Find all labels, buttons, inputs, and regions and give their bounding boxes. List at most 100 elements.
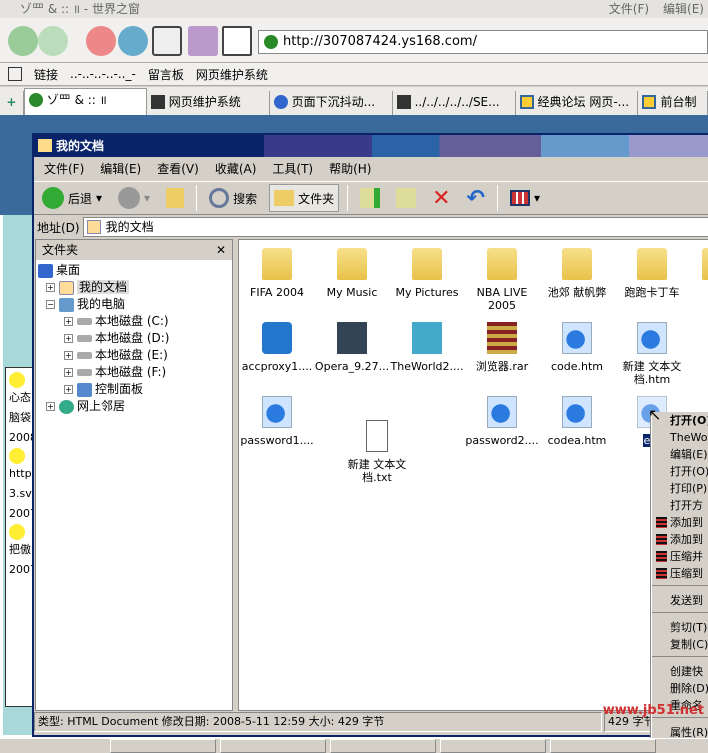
address-input[interactable]: 我的文档 bbox=[82, 217, 708, 237]
separator bbox=[652, 585, 708, 592]
taskbar-button[interactable] bbox=[220, 739, 326, 753]
explorer-title-bar[interactable]: 我的文档 bbox=[34, 135, 708, 157]
tree-item-desktop[interactable]: 桌面 bbox=[38, 262, 232, 279]
collapse-icon[interactable]: − bbox=[46, 300, 55, 309]
menu-favorites[interactable]: 收藏(A) bbox=[215, 158, 257, 180]
home-icon[interactable] bbox=[152, 26, 182, 56]
forward-button[interactable]: ▾ bbox=[114, 184, 154, 212]
file-item[interactable]: accproxy1.... bbox=[239, 322, 315, 373]
tab-6[interactable]: 前台制 bbox=[638, 91, 708, 115]
delete-button[interactable]: ✕ bbox=[428, 184, 454, 212]
file-item[interactable]: My Pictures bbox=[389, 248, 465, 299]
ctx-edit[interactable]: 编辑(E) bbox=[652, 446, 708, 463]
history-icon[interactable] bbox=[188, 26, 218, 56]
menu-file[interactable]: 文件(F) bbox=[609, 0, 649, 18]
file-item[interactable]: My Music bbox=[314, 248, 390, 299]
refresh-icon[interactable] bbox=[118, 26, 148, 56]
tab-1[interactable]: ゾ罒 & :: ॥ bbox=[23, 88, 147, 115]
ctx-print[interactable]: 打印(P) bbox=[652, 480, 708, 497]
up-button[interactable] bbox=[162, 184, 188, 212]
menu-help[interactable]: 帮助(H) bbox=[329, 158, 371, 180]
copy-to-button[interactable] bbox=[392, 184, 420, 212]
taskbar-button[interactable] bbox=[330, 739, 436, 753]
forward-icon[interactable] bbox=[38, 26, 68, 56]
expand-icon[interactable]: + bbox=[64, 317, 73, 326]
expand-icon[interactable]: + bbox=[64, 385, 73, 394]
file-item[interactable]: 新建 文本文档.txt bbox=[339, 420, 415, 484]
file-item[interactable]: password1.... bbox=[239, 396, 315, 447]
file-item[interactable]: 浏览器.rar bbox=[464, 322, 540, 373]
tab-2[interactable]: 网页维护系统 bbox=[147, 91, 270, 115]
expand-icon[interactable]: + bbox=[46, 402, 55, 411]
menu-view[interactable]: 查看(V) bbox=[157, 158, 199, 180]
tree-item-control-panel[interactable]: + 控制面板 bbox=[38, 381, 232, 398]
dropdown-icon[interactable]: ▾ bbox=[144, 191, 150, 205]
tree-item-my-computer[interactable]: − 我的电脑 bbox=[38, 296, 232, 313]
new-tab-button[interactable]: + bbox=[0, 91, 24, 115]
file-item[interactable]: password2.... bbox=[464, 396, 540, 447]
file-item[interactable]: 文本 bbox=[684, 322, 708, 373]
ctx-open-with[interactable]: 打开方 bbox=[652, 497, 708, 514]
ctx-add-to-rar[interactable]: 添加到 bbox=[652, 531, 708, 548]
dropdown-icon[interactable]: ▾ bbox=[96, 191, 102, 205]
expand-icon[interactable]: + bbox=[64, 351, 73, 360]
ctx-compress-email[interactable]: 压缩并 bbox=[652, 548, 708, 565]
tree-item-network[interactable]: + 网上邻居 bbox=[38, 398, 232, 415]
views-button[interactable]: ▾ bbox=[506, 184, 544, 212]
expand-icon[interactable]: + bbox=[46, 283, 55, 292]
folders-button[interactable]: 文件夹 bbox=[269, 184, 340, 212]
move-to-button[interactable] bbox=[356, 184, 384, 212]
menu-file[interactable]: 文件(F) bbox=[44, 158, 84, 180]
ctx-cut[interactable]: 剪切(T) bbox=[652, 619, 708, 636]
tab-5[interactable]: 经典论坛 网页-... bbox=[516, 91, 639, 115]
favorites-icon[interactable] bbox=[222, 26, 252, 56]
link-links[interactable]: 链接 bbox=[34, 66, 58, 83]
tree-item-my-documents[interactable]: + 我的文档 bbox=[38, 279, 232, 296]
ctx-open-2[interactable]: 打开(O) bbox=[652, 463, 708, 480]
menu-edit[interactable]: 编辑(E) bbox=[100, 158, 141, 180]
back-icon[interactable] bbox=[8, 26, 38, 56]
tree-item-drive-d[interactable]: + 本地磁盘 (D:) bbox=[38, 330, 232, 347]
expand-icon[interactable]: + bbox=[64, 334, 73, 343]
ctx-theworld[interactable]: TheWor bbox=[652, 429, 708, 446]
search-button[interactable]: 搜索 bbox=[205, 184, 261, 212]
ctx-delete[interactable]: 删除(D) bbox=[652, 680, 708, 697]
file-item[interactable]: 匿 bbox=[679, 248, 708, 299]
expand-icon[interactable]: + bbox=[64, 368, 73, 377]
file-item[interactable]: NBA LIVE 2005 bbox=[464, 248, 540, 312]
menu-tools[interactable]: 工具(T) bbox=[272, 158, 313, 180]
file-item[interactable]: codea.htm bbox=[539, 396, 615, 447]
tree-item-drive-f[interactable]: + 本地磁盘 (F:) bbox=[38, 364, 232, 381]
tab-3[interactable]: 页面下沉抖动... bbox=[270, 91, 393, 115]
address-bar[interactable]: http://307087424.ys168.com/ bbox=[258, 30, 708, 54]
address-text[interactable]: http://307087424.ys168.com/ bbox=[283, 34, 477, 49]
taskbar-button[interactable] bbox=[440, 739, 546, 753]
ctx-add-to-archive[interactable]: 添加到 bbox=[652, 514, 708, 531]
file-item[interactable]: Opera_9.27... bbox=[314, 322, 390, 373]
folder-icon bbox=[412, 248, 442, 280]
taskbar-button[interactable] bbox=[550, 739, 656, 753]
tree-item-drive-e[interactable]: + 本地磁盘 (E:) bbox=[38, 347, 232, 364]
file-item[interactable]: TheWorld2.... bbox=[389, 322, 465, 373]
close-icon[interactable]: ✕ bbox=[216, 240, 226, 260]
back-button[interactable]: 后退 ▾ bbox=[38, 184, 106, 212]
file-item[interactable]: FIFA 2004 bbox=[239, 248, 315, 299]
tree-item-drive-c[interactable]: + 本地磁盘 (C:) bbox=[38, 313, 232, 330]
link-guestbook[interactable]: 留言板 bbox=[148, 66, 184, 83]
taskbar-button[interactable] bbox=[110, 739, 216, 753]
stop-icon[interactable] bbox=[86, 26, 116, 56]
ctx-properties[interactable]: 属性(R) bbox=[652, 724, 708, 738]
ctx-send-to[interactable]: 发送到 bbox=[652, 592, 708, 609]
link-1[interactable]: ..-..-..-..-.._- bbox=[70, 67, 136, 81]
file-item[interactable]: 新建 文本文档.htm bbox=[614, 322, 690, 386]
menu-edit[interactable]: 编辑(E) bbox=[663, 0, 704, 18]
ctx-create-shortcut[interactable]: 创建快 bbox=[652, 663, 708, 680]
tab-4[interactable]: ../../../../../SE... bbox=[393, 91, 516, 115]
ctx-copy[interactable]: 复制(C) bbox=[652, 636, 708, 653]
ctx-compress-to[interactable]: 压缩到 bbox=[652, 565, 708, 582]
post-text: 3.sv bbox=[9, 487, 32, 500]
link-maintenance[interactable]: 网页维护系统 bbox=[196, 66, 268, 83]
file-item[interactable]: code.htm bbox=[539, 322, 615, 373]
file-item[interactable]: 池郊 献帆弊 bbox=[539, 248, 615, 299]
undo-button[interactable]: ↶ bbox=[463, 184, 489, 212]
